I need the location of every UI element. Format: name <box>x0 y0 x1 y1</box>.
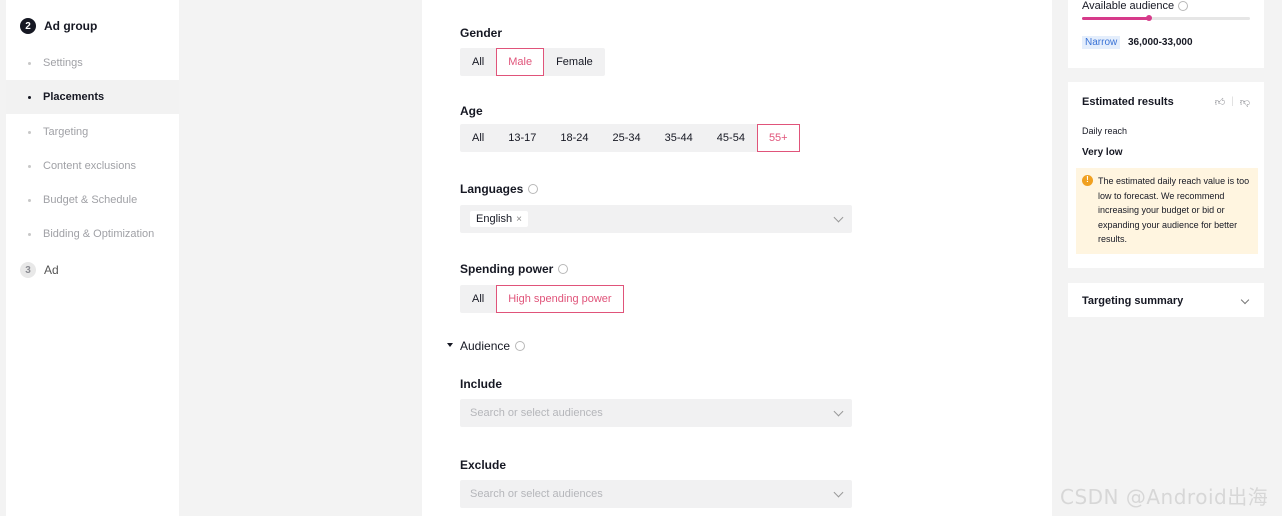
sidebar-item-label: Placements <box>43 91 105 103</box>
estimated-results-title: Estimated results <box>1082 96 1174 108</box>
thumbs-down-icon[interactable]: 👎︎ <box>1240 96 1250 108</box>
available-audience-label: Available audience <box>1082 0 1175 12</box>
sidebar-item-label: Bidding & Optimization <box>43 228 155 240</box>
daily-reach-value: Very low <box>1082 147 1123 158</box>
step-ad-group[interactable]: 2 Ad group <box>20 18 97 34</box>
estimated-results-card: Estimated results 👍︎ | 👎︎ Daily reach Ve… <box>1068 82 1264 268</box>
gender-option-female[interactable]: Female <box>544 48 605 76</box>
languages-label: Languages <box>460 182 539 196</box>
sidebar-item-content-exclusions[interactable]: Content exclusions <box>6 149 179 183</box>
age-label: Age <box>460 104 483 118</box>
sidebar-item-label: Settings <box>43 57 83 69</box>
daily-reach-label: Daily reach <box>1082 126 1128 136</box>
chevron-down-icon <box>833 406 844 417</box>
divider: | <box>1231 96 1234 107</box>
gender-option-all[interactable]: All <box>460 48 496 76</box>
spending-power-selector: All High spending power <box>460 285 624 313</box>
sidebar-item-targeting[interactable]: Targeting <box>6 115 179 149</box>
spending-power-label: Spending power <box>460 262 569 276</box>
collapse-caret-icon[interactable] <box>447 343 453 347</box>
exclude-audience-select[interactable]: Search or select audiences <box>460 480 852 508</box>
available-audience-card: Available audience Narrow 36,000-33,000 <box>1068 0 1264 68</box>
feedback-controls: 👍︎ | 👎︎ <box>1215 96 1250 108</box>
include-placeholder: Search or select audiences <box>470 407 603 419</box>
age-selector: All 13-17 18-24 25-34 35-44 45-54 55+ <box>460 124 800 152</box>
exclude-label: Exclude <box>460 458 507 472</box>
language-tag-label: English <box>476 213 513 225</box>
step-number-2: 2 <box>20 18 36 34</box>
include-audience-select[interactable]: Search or select audiences <box>460 399 852 427</box>
audience-section-toggle[interactable]: Audience <box>460 339 526 353</box>
watermark: CSDN @Android出海 <box>1060 485 1269 509</box>
info-icon[interactable] <box>528 184 539 194</box>
audience-size-range: 36,000-33,000 <box>1128 37 1193 48</box>
bullet-icon <box>28 164 31 168</box>
step-ad-group-label: Ad group <box>44 19 98 33</box>
gender-option-male[interactable]: Male <box>496 48 545 76</box>
targeting-panel: Gender All Male Female Age All 13-17 18-… <box>422 0 1052 516</box>
sidebar-item-settings[interactable]: Settings <box>6 46 179 80</box>
age-option-25-34[interactable]: 25-34 <box>601 124 653 152</box>
audience-breadth-badge: Narrow <box>1082 36 1121 49</box>
info-icon[interactable] <box>1178 1 1189 11</box>
warning-icon: ! <box>1082 175 1093 186</box>
sidebar-item-label: Content exclusions <box>43 160 136 172</box>
info-icon[interactable] <box>558 264 569 274</box>
bullet-icon <box>28 95 31 99</box>
sidebar-item-bidding-optimization[interactable]: Bidding & Optimization <box>6 217 179 251</box>
chevron-down-icon <box>1240 295 1250 305</box>
bullet-icon <box>28 232 31 236</box>
gender-selector: All Male Female <box>460 48 605 76</box>
forecast-warning-text: The estimated daily reach value is too l… <box>1098 176 1250 244</box>
chevron-down-icon <box>833 212 844 223</box>
spending-option-high[interactable]: High spending power <box>496 285 624 313</box>
age-option-55-plus[interactable]: 55+ <box>756 124 800 152</box>
age-option-13-17[interactable]: 13-17 <box>496 124 548 152</box>
targeting-summary-title: Targeting summary <box>1082 295 1184 307</box>
step-ad-label: Ad <box>44 263 59 277</box>
audience-meter <box>1082 15 1250 21</box>
thumbs-up-icon[interactable]: 👍︎ <box>1215 96 1225 108</box>
sidebar-item-label: Targeting <box>43 126 89 138</box>
age-option-all[interactable]: All <box>460 124 496 152</box>
forecast-warning: ! The estimated daily reach value is too… <box>1076 168 1258 254</box>
languages-label-text: Languages <box>460 182 524 196</box>
sidebar-item-budget-schedule[interactable]: Budget & Schedule <box>6 183 179 217</box>
gender-label: Gender <box>460 26 503 40</box>
targeting-summary-card[interactable]: Targeting summary <box>1068 283 1264 317</box>
bullet-icon <box>28 130 31 134</box>
bullet-icon <box>28 198 31 202</box>
step-number-3: 3 <box>20 262 36 278</box>
languages-select[interactable]: English × <box>460 205 852 233</box>
remove-tag-icon[interactable]: × <box>516 214 522 225</box>
audience-label: Audience <box>460 339 511 353</box>
bullet-icon <box>28 61 31 65</box>
language-tag: English × <box>470 211 528 227</box>
chevron-down-icon <box>833 487 844 498</box>
spending-option-all[interactable]: All <box>460 285 496 313</box>
sidebar: 2 Ad group Settings Placements Targeting… <box>6 0 179 516</box>
age-option-18-24[interactable]: 18-24 <box>548 124 600 152</box>
audience-meter-fill <box>1082 17 1150 20</box>
sidebar-item-label: Budget & Schedule <box>43 194 138 206</box>
available-audience-title: Available audience <box>1082 0 1189 12</box>
spending-power-label-text: Spending power <box>460 262 554 276</box>
exclude-placeholder: Search or select audiences <box>470 488 603 500</box>
step-ad[interactable]: 3 Ad <box>20 262 59 278</box>
info-icon[interactable] <box>515 341 526 351</box>
sidebar-item-placements[interactable]: Placements <box>6 80 179 114</box>
audience-meter-marker <box>1146 15 1153 21</box>
age-option-35-44[interactable]: 35-44 <box>653 124 705 152</box>
age-option-45-54[interactable]: 45-54 <box>705 124 757 152</box>
include-label: Include <box>460 377 503 391</box>
